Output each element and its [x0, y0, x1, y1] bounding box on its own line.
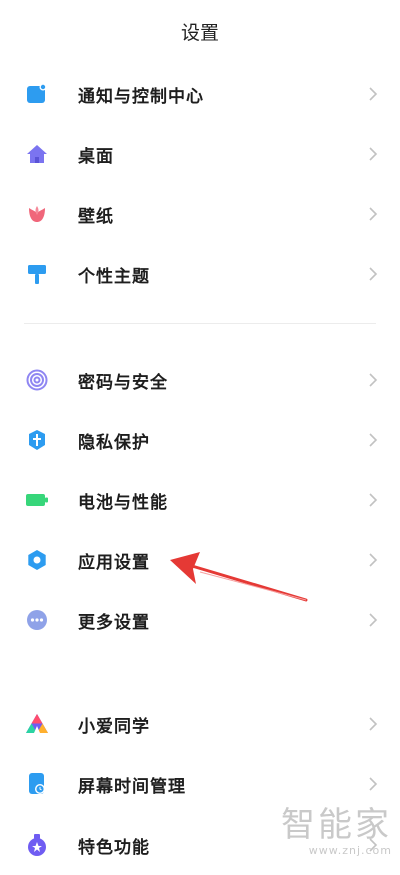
tulip-icon — [24, 201, 50, 227]
settings-item-label: 小爱同学 — [78, 716, 150, 737]
settings-item-label: 个性主题 — [78, 266, 150, 287]
more-icon — [24, 607, 50, 633]
settings-item-password-security[interactable]: 密码与安全 — [0, 350, 400, 410]
chevron-right-icon — [369, 777, 378, 791]
section-divider — [24, 323, 376, 324]
chevron-right-icon — [369, 267, 378, 281]
chevron-right-icon — [369, 373, 378, 387]
chevron-right-icon — [369, 207, 378, 221]
notification-icon — [24, 81, 50, 107]
settings-item-label: 密码与安全 — [78, 372, 168, 393]
chevron-right-icon — [369, 87, 378, 101]
settings-item-label: 隐私保护 — [78, 432, 150, 453]
settings-item-xiaoai[interactable]: 小爱同学 — [0, 694, 400, 754]
settings-item-more-settings[interactable]: 更多设置 — [0, 590, 400, 650]
features-icon — [24, 832, 50, 858]
settings-item-label: 应用设置 — [78, 552, 150, 573]
chevron-right-icon — [369, 433, 378, 447]
settings-item-notifications[interactable]: 通知与控制中心 — [0, 64, 400, 124]
watermark: 智能家 www.znj.com — [281, 806, 392, 857]
settings-item-privacy[interactable]: 隐私保护 — [0, 410, 400, 470]
page-title: 设置 — [180, 22, 219, 44]
chevron-right-icon — [369, 147, 378, 161]
settings-item-label: 通知与控制中心 — [78, 86, 204, 107]
gear-icon — [24, 547, 50, 573]
settings-item-desktop[interactable]: 桌面 — [0, 124, 400, 184]
settings-item-label: 更多设置 — [78, 612, 150, 633]
settings-item-themes[interactable]: 个性主题 — [0, 244, 400, 304]
settings-item-label: 特色功能 — [78, 837, 150, 858]
settings-item-wallpaper[interactable]: 壁纸 — [0, 184, 400, 244]
settings-item-label: 电池与性能 — [78, 492, 168, 513]
paint-roller-icon — [24, 261, 50, 287]
watermark-url: www.znj.com — [308, 844, 392, 857]
battery-icon — [24, 487, 50, 513]
chevron-right-icon — [369, 717, 378, 731]
xiaoai-icon — [24, 711, 50, 737]
settings-item-battery[interactable]: 电池与性能 — [0, 470, 400, 530]
settings-item-label: 壁纸 — [78, 206, 114, 227]
privacy-shield-icon — [24, 427, 50, 453]
chevron-right-icon — [369, 553, 378, 567]
chevron-right-icon — [369, 613, 378, 627]
settings-item-app-settings[interactable]: 应用设置 — [0, 530, 400, 590]
home-icon — [24, 141, 50, 167]
chevron-right-icon — [369, 493, 378, 507]
screen-time-icon — [24, 771, 50, 797]
settings-item-label: 桌面 — [78, 146, 114, 167]
settings-item-label: 屏幕时间管理 — [78, 776, 186, 797]
watermark-text: 智能家 — [281, 805, 392, 845]
fingerprint-icon — [24, 367, 50, 393]
